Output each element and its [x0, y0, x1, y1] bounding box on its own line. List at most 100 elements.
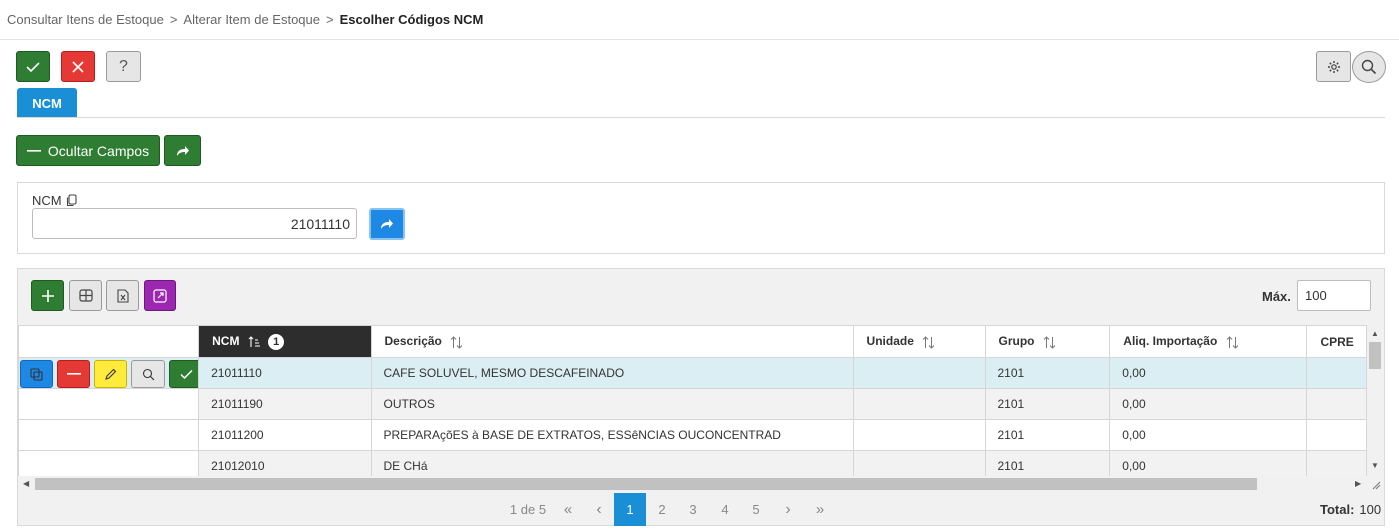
column-header-ncm[interactable]: NCM 1 [198, 325, 372, 358]
hide-fields-label: Ocultar Campos [47, 142, 150, 159]
cell-cpre [1306, 388, 1367, 420]
copy-icon[interactable] [66, 194, 77, 207]
table-header-row: NCM 1 Descrição Unidade Grupo Aliq. Impo… [18, 325, 1367, 358]
column-header-label: Grupo [998, 334, 1035, 349]
breadcrumb: Consultar Itens de Estoque > Alterar Ite… [0, 0, 1399, 40]
confirm-button[interactable] [16, 51, 50, 82]
cell-unidade [852, 419, 986, 451]
scroll-left-icon[interactable]: ◀ [23, 479, 29, 488]
column-header-label: NCM [212, 333, 240, 348]
breadcrumb-link-consultar[interactable]: Consultar Itens de Estoque [7, 12, 164, 27]
cell-descricao: OUTROS [370, 388, 854, 420]
max-label: Máx. [1262, 289, 1291, 304]
table-row[interactable]: 21012010 DE CHá 2101 0,00 [18, 450, 1367, 476]
column-header-unidade[interactable]: Unidade [852, 325, 986, 358]
share-arrow-icon [176, 145, 189, 156]
sort-icon [450, 335, 463, 349]
prev-page-button[interactable]: ‹ [583, 493, 615, 526]
page-button-1[interactable]: 1 [614, 493, 646, 526]
view-row-button[interactable] [131, 360, 165, 388]
ncm-search-button[interactable] [369, 208, 405, 240]
forward-button[interactable] [164, 135, 201, 166]
table-row[interactable]: 21011190 OUTROS 2101 0,00 [18, 388, 1367, 420]
ncm-input[interactable] [32, 208, 357, 239]
page-button-3[interactable]: 3 [677, 493, 709, 526]
ncm-label-text: NCM [32, 193, 62, 208]
table-viewport: NCM 1 Descrição Unidade Grupo Aliq. Impo… [18, 325, 1367, 476]
check-icon [179, 369, 193, 379]
copy-row-button[interactable] [20, 360, 53, 388]
breadcrumb-separator: > [169, 12, 178, 27]
search-icon [1361, 59, 1377, 75]
ncm-field-label: NCM [32, 193, 77, 208]
vertical-scroll-thumb[interactable] [1369, 342, 1381, 369]
share-arrow-icon [381, 219, 393, 229]
column-header-grupo[interactable]: Grupo [984, 325, 1111, 358]
breadcrumb-link-alterar[interactable]: Alterar Item de Estoque [183, 12, 320, 27]
cell-aliq-importacao: 0,00 [1109, 357, 1308, 389]
cell-grupo: 2101 [984, 357, 1111, 389]
tab-ncm[interactable]: NCM [17, 88, 77, 118]
edit-row-button[interactable] [94, 360, 127, 388]
page-button-5[interactable]: 5 [740, 493, 772, 526]
expand-button[interactable] [144, 280, 176, 311]
check-icon [26, 61, 40, 72]
grid-icon [78, 289, 93, 302]
column-header-aliq-importacao[interactable]: Aliq. Importação [1109, 325, 1308, 358]
cell-ncm: 21011200 [198, 419, 372, 451]
expand-icon [153, 288, 167, 303]
column-header-label: Unidade [866, 334, 914, 349]
sort-asc-icon [248, 335, 260, 347]
total-count: Total: 100 [1320, 493, 1381, 526]
page-button-4[interactable]: 4 [709, 493, 741, 526]
resize-grip-icon[interactable] [1372, 481, 1381, 490]
last-page-button[interactable]: » [804, 493, 836, 526]
plus-icon [41, 289, 54, 302]
ncm-table: NCM 1 Descrição Unidade Grupo Aliq. Impo… [18, 325, 1367, 476]
minus-icon [26, 149, 41, 152]
export-excel-button[interactable] [106, 280, 139, 311]
select-row-button[interactable] [169, 360, 198, 388]
cell-grupo: 2101 [984, 419, 1111, 451]
row-actions-cell [18, 357, 200, 389]
page-button-2[interactable]: 2 [646, 493, 678, 526]
close-icon [72, 60, 84, 73]
table-row[interactable]: 21011200 PREPARAçõES à BASE DE EXTRATOS,… [18, 419, 1367, 451]
scroll-down-icon[interactable]: ▼ [1371, 461, 1379, 470]
total-label: Total: [1320, 502, 1355, 517]
row-actions-cell [18, 388, 200, 420]
search-button[interactable] [1352, 51, 1386, 83]
column-header-cpre[interactable]: CPRE [1306, 325, 1367, 358]
scroll-right-icon[interactable]: ▶ [1355, 479, 1361, 488]
actions-header [18, 325, 200, 358]
first-page-button[interactable]: « [552, 493, 584, 526]
sort-order-badge: 1 [268, 333, 285, 350]
horizontal-scrollbar[interactable]: ◀ ▶ [18, 476, 1384, 492]
table-row[interactable]: 21011110 CAFE SOLUVEL, MESMO DESCAFEINAD… [18, 357, 1367, 389]
cell-aliq-importacao: 0,00 [1109, 419, 1308, 451]
horizontal-scroll-thumb[interactable] [35, 478, 1257, 490]
column-header-descricao[interactable]: Descrição [370, 325, 854, 358]
columns-button[interactable] [69, 280, 102, 311]
delete-row-button[interactable] [57, 360, 90, 388]
hide-fields-button[interactable]: Ocultar Campos [16, 135, 160, 166]
filter-panel: NCM [17, 182, 1385, 254]
row-actions-cell [18, 419, 200, 451]
cell-aliq-importacao: 0,00 [1109, 388, 1308, 420]
pencil-icon [105, 368, 117, 380]
next-page-button[interactable]: › [772, 493, 804, 526]
column-header-label: Descrição [384, 334, 442, 349]
help-button[interactable]: ? [106, 51, 141, 82]
settings-button[interactable] [1316, 51, 1351, 82]
cancel-button[interactable] [61, 51, 95, 82]
scroll-up-icon[interactable]: ▲ [1371, 329, 1379, 338]
minus-icon [66, 373, 81, 375]
cell-descricao: CAFE SOLUVEL, MESMO DESCAFEINADO [370, 357, 854, 389]
add-row-button[interactable] [31, 280, 64, 311]
max-input[interactable] [1297, 280, 1371, 311]
vertical-scrollbar[interactable]: ▲ ▼ [1367, 325, 1384, 476]
sort-icon [1226, 335, 1238, 349]
cell-cpre [1306, 450, 1367, 476]
cell-cpre [1306, 419, 1367, 451]
cell-ncm: 21011110 [198, 357, 372, 389]
